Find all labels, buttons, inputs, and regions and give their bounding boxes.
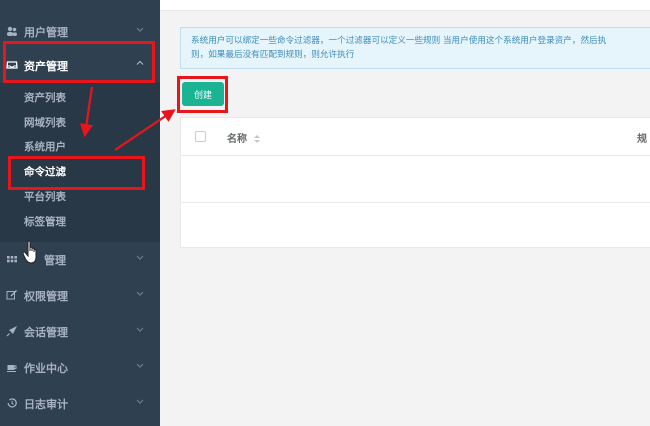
column-header-name[interactable]: 名称: [227, 130, 247, 145]
chevron-down-icon: [135, 24, 145, 34]
sidebar-item-label: 会话管理: [24, 326, 68, 339]
alert-text-line2: 则，如果最后没有匹配到规则，则允许执行: [191, 50, 355, 60]
chevron-down-icon: [135, 360, 145, 370]
submenu-item-platform-list[interactable]: 平台列表: [24, 189, 66, 204]
history-icon: [6, 397, 18, 409]
info-alert: 系统用户可以绑定一些命令过滤器，一个过滤器可以定义一些规则 当用户使用这个系统用…: [180, 27, 650, 69]
submenu-item-domain-list[interactable]: 网域列表: [24, 115, 66, 130]
submenu-item-asset-list[interactable]: 资产列表: [24, 90, 66, 105]
hand-cursor-icon: [22, 240, 42, 266]
sidebar-item-sessions[interactable]: 会话管理: [0, 314, 160, 350]
submenu-item-system-user[interactable]: 系统用户: [24, 139, 66, 154]
edit-icon: [6, 289, 18, 301]
users-icon: [6, 25, 18, 37]
sidebar-item-jobs[interactable]: 作业中心: [0, 350, 160, 386]
column-header-rules[interactable]: 规: [637, 130, 647, 145]
data-table: 名称 规: [180, 117, 650, 248]
sidebar-item-label: 日志审计: [24, 398, 68, 411]
chevron-down-icon: [135, 324, 145, 334]
sidebar-item-label: 管理: [44, 254, 66, 267]
grid-icon: [6, 253, 18, 265]
chevron-down-icon: [135, 396, 145, 406]
main-content: 系统用户可以绑定一些命令过滤器，一个过滤器可以定义一些规则 当用户使用这个系统用…: [160, 0, 650, 426]
table-row: [181, 157, 650, 203]
table-header-row: 名称 规: [181, 118, 650, 156]
coffee-icon: [6, 361, 18, 373]
chevron-down-icon: [135, 288, 145, 298]
sidebar-item-audit-log[interactable]: 日志审计: [0, 386, 160, 422]
submenu-item-label-manage[interactable]: 标签管理: [24, 214, 66, 229]
rocket-icon: [6, 325, 18, 337]
alert-text-line1: 系统用户可以绑定一些命令过滤器，一个过滤器可以定义一些规则 当用户使用这个系统用…: [191, 36, 607, 46]
annotation-box-assets: [3, 41, 155, 83]
select-all-checkbox[interactable]: [195, 131, 206, 142]
annotation-box-command-filter: [8, 156, 145, 190]
sidebar-item-label: 作业中心: [24, 362, 68, 375]
sidebar-item-label: 权限管理: [24, 290, 68, 303]
chevron-down-icon: [135, 252, 145, 262]
top-bar: [160, 0, 650, 11]
sort-icon[interactable]: [253, 130, 261, 143]
sidebar-item-label: 用户管理: [24, 26, 68, 39]
sidebar-item-permissions[interactable]: 权限管理: [0, 278, 160, 314]
annotation-box-create: [177, 76, 228, 113]
